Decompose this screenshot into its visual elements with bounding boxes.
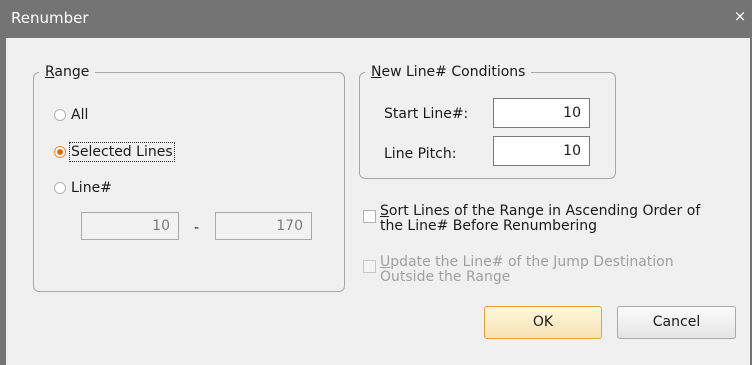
close-icon[interactable]: ×	[732, 8, 748, 24]
ok-button[interactable]: OK	[484, 306, 602, 339]
renumber-dialog: Renumber × Range All Selected Lines Line…	[0, 0, 752, 365]
update-jump-text-2: Outside the Range	[380, 269, 511, 285]
radio-selected-lines[interactable]: Selected Lines	[54, 142, 175, 162]
start-line-label: Start Line#:	[384, 106, 469, 122]
radio-all-indicator[interactable]	[54, 109, 66, 121]
range-legend: Range	[39, 64, 96, 80]
conditions-legend-text: ew Line# Conditions	[381, 64, 526, 80]
range-legend-mnemonic: R	[45, 64, 55, 80]
sort-lines-text-1: ort Lines of the Range in Ascending Orde…	[388, 203, 701, 219]
start-line-input[interactable]: 10	[493, 98, 590, 128]
sort-lines-checkbox[interactable]	[363, 210, 376, 223]
conditions-legend: New Line# Conditions	[365, 64, 532, 80]
update-jump-checkbox[interactable]	[363, 260, 376, 273]
radio-selected-lines-label: Selected Lines	[69, 142, 175, 162]
radio-line-number-indicator[interactable]	[54, 182, 66, 194]
update-jump-mnemonic: U	[380, 254, 391, 270]
radio-selected-lines-indicator[interactable]	[54, 146, 66, 158]
radio-all[interactable]: All	[54, 107, 88, 123]
radio-line-number-label: Line#	[71, 180, 112, 196]
range-to-input[interactable]: 170	[215, 212, 312, 240]
title-bar[interactable]: Renumber ×	[0, 0, 752, 38]
window-border-left	[0, 38, 6, 365]
radio-line-number[interactable]: Line#	[54, 180, 112, 196]
line-pitch-label: Line Pitch:	[384, 146, 457, 162]
line-pitch-input[interactable]: 10	[493, 136, 590, 166]
range-legend-text: ange	[54, 64, 90, 80]
range-dash: -	[194, 220, 200, 236]
range-from-input[interactable]: 10	[81, 212, 179, 240]
radio-all-label: All	[71, 107, 89, 123]
cancel-button[interactable]: Cancel	[617, 306, 736, 339]
sort-lines-label[interactable]: Sort Lines of the Range in Ascending Ord…	[380, 204, 700, 234]
sort-lines-mnemonic: S	[380, 203, 389, 219]
dialog-title: Renumber	[11, 9, 89, 27]
update-jump-label[interactable]: Update the Line# of the Jump Destination…	[380, 255, 674, 285]
update-jump-text-1: pdate the Line# of the Jump Destination	[390, 254, 674, 270]
sort-lines-text-2: the Line# Before Renumbering	[380, 218, 598, 234]
conditions-legend-mnemonic: N	[371, 64, 382, 80]
